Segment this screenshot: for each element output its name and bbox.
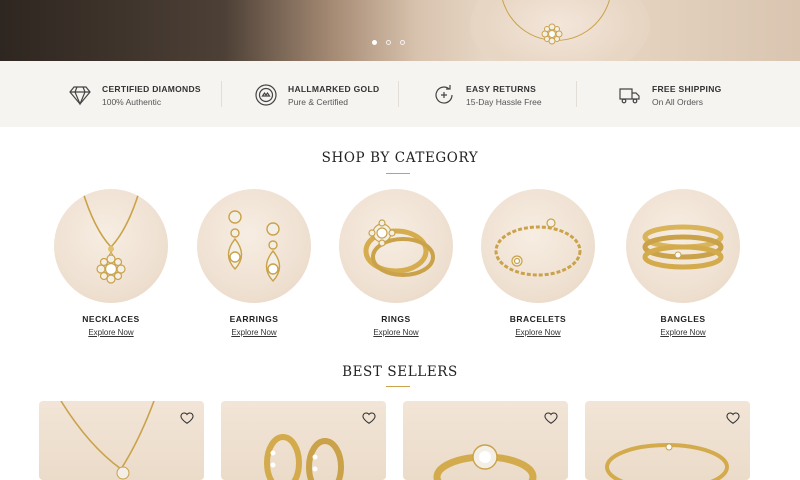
feature-certified-diamonds: CERTIFIED DIAMONDS 100% Authentic: [68, 76, 201, 108]
section-title-underline: [386, 386, 410, 387]
category-image-earrings[interactable]: [197, 189, 311, 303]
feature-title: FREE SHIPPING: [652, 84, 722, 94]
category-earrings[interactable]: EARRINGS Explore Now: [197, 189, 311, 337]
hallmark-badge-icon: [255, 84, 277, 106]
explore-now-link[interactable]: Explore Now: [626, 328, 740, 337]
feature-subtitle: Pure & Certified: [288, 97, 348, 107]
feature-subtitle: On All Orders: [652, 97, 704, 107]
necklace-image: [81, 189, 141, 284]
explore-now-link[interactable]: Explore Now: [54, 328, 168, 337]
returns-icon: [435, 85, 453, 104]
hero-pendant-image: [541, 23, 563, 45]
heart-icon[interactable]: [180, 411, 194, 425]
earrings-image: [227, 210, 281, 283]
category-label: BRACELETS: [509, 314, 567, 324]
bangles-image: [642, 224, 724, 270]
product-card[interactable]: [221, 401, 386, 480]
product-card[interactable]: [403, 401, 568, 480]
feature-hallmarked-gold: HALLMARKED GOLD Pure & Certified: [254, 76, 379, 108]
feature-free-shipping: FREE SHIPPING On All Orders: [618, 76, 722, 108]
explore-now-link[interactable]: Explore Now: [339, 328, 453, 337]
category-image-bangles[interactable]: [626, 189, 740, 303]
section-title-underline: [386, 173, 410, 174]
feature-divider: [221, 81, 222, 107]
features-strip: CERTIFIED DIAMONDS 100% Authentic HALLMA…: [0, 61, 800, 127]
feature-divider: [576, 81, 577, 107]
explore-now-link[interactable]: Explore Now: [197, 328, 311, 337]
category-bangles[interactable]: BANGLES Explore Now: [626, 189, 740, 337]
carousel-dot-3[interactable]: [400, 40, 405, 45]
bracelet-image: [494, 218, 582, 277]
carousel-dot-2[interactable]: [386, 40, 391, 45]
feature-subtitle: 100% Authentic: [102, 97, 162, 107]
feature-title: EASY RETURNS: [466, 84, 537, 94]
category-rings[interactable]: RINGS Explore Now: [339, 189, 453, 337]
section-title-shop-by-category: SHOP BY CATEGORY: [321, 150, 479, 166]
category-label: RINGS: [381, 314, 411, 324]
category-image-necklaces[interactable]: [54, 189, 168, 303]
explore-now-link[interactable]: Explore Now: [481, 328, 595, 337]
category-necklaces[interactable]: NECKLACES Explore Now: [54, 189, 168, 337]
feature-title: CERTIFIED DIAMONDS: [102, 84, 201, 94]
section-title-best-sellers: BEST SELLERS: [342, 364, 458, 380]
category-bracelets[interactable]: BRACELETS Explore Now: [481, 189, 595, 337]
category-label: BANGLES: [660, 314, 706, 324]
product-card[interactable]: [585, 401, 750, 480]
rings-image: [363, 219, 435, 277]
feature-subtitle: 15-Day Hassle Free: [466, 97, 542, 107]
feature-easy-returns: EASY RETURNS 15-Day Hassle Free: [432, 76, 542, 108]
feature-divider: [398, 81, 399, 107]
category-image-bracelets[interactable]: [481, 189, 595, 303]
product-card[interactable]: [39, 401, 204, 480]
category-label: EARRINGS: [229, 314, 279, 324]
delivery-truck-icon: [619, 88, 640, 104]
category-image-rings[interactable]: [339, 189, 453, 303]
category-label: NECKLACES: [82, 314, 140, 324]
carousel-dot-1[interactable]: [372, 40, 377, 45]
diamond-icon: [69, 86, 91, 106]
hero-banner[interactable]: [0, 0, 800, 61]
hero-carousel-dots: [372, 40, 405, 45]
feature-title: HALLMARKED GOLD: [288, 84, 380, 94]
heart-icon[interactable]: [726, 411, 740, 425]
heart-icon[interactable]: [544, 411, 558, 425]
heart-icon[interactable]: [362, 411, 376, 425]
